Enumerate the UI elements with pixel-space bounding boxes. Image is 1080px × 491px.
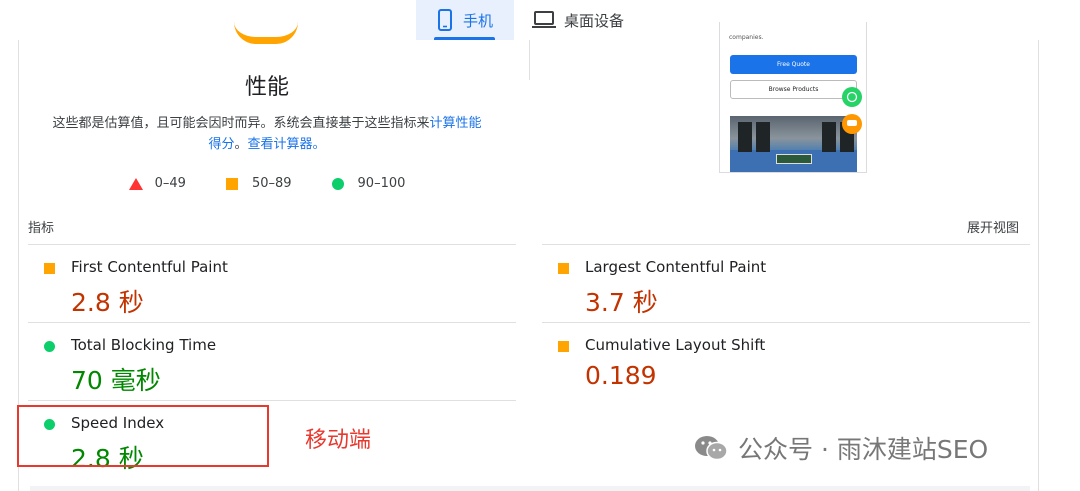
- preview-photo: [730, 116, 857, 172]
- watermark: 公众号 · 雨沐建站SEO: [694, 430, 988, 466]
- expand-view-toggle[interactable]: 展开视图: [967, 217, 1019, 236]
- legend-pass: 90–100: [331, 176, 406, 191]
- laptop-icon: [532, 11, 556, 28]
- device-tabs: 手机 桌面设备: [416, 0, 624, 40]
- metric-value: 2.8 秒: [71, 288, 144, 317]
- pass-circle-icon: [44, 341, 55, 352]
- metric-name: First Contentful Paint: [71, 258, 228, 276]
- metric-value: 0.189: [585, 361, 657, 390]
- description-text: 这些都是估算值，且可能会因时而异。系统会直接基于这些指标来: [52, 116, 430, 131]
- fail-triangle-icon: [128, 177, 143, 190]
- description-separator: 。: [234, 137, 248, 152]
- preview-quote-button: Free Quote: [730, 55, 857, 74]
- metric-fcp: First Contentful Paint 2.8 秒: [28, 246, 468, 324]
- view-calculator-link[interactable]: 查看计算器。: [248, 137, 326, 152]
- average-square-icon: [44, 263, 55, 274]
- metric-lcp: Largest Contentful Paint 3.7 秒: [542, 246, 982, 324]
- metric-value: 70 毫秒: [71, 366, 161, 395]
- preview-text: companies.: [729, 34, 764, 41]
- preview-browse-button: Browse Products: [730, 80, 857, 99]
- performance-description: 这些都是估算值，且可能会因时而异。系统会直接基于这些指标来计算性能得分。查看计算…: [46, 113, 488, 155]
- panel-border-right: [1038, 40, 1039, 491]
- active-tab-indicator: [434, 37, 495, 40]
- legend-average: 50–89: [225, 176, 292, 191]
- divider: [542, 244, 1030, 245]
- tab-desktop-label: 桌面设备: [564, 11, 625, 30]
- tab-mobile-label: 手机: [463, 11, 494, 30]
- metric-tbt: Total Blocking Time 70 毫秒: [28, 324, 468, 402]
- metric-name: Total Blocking Time: [71, 336, 217, 354]
- wechat-icon: [695, 436, 728, 461]
- annotation-label: 移动端: [305, 428, 372, 453]
- bottom-scroll-area: [30, 486, 1030, 491]
- tab-desktop[interactable]: 桌面设备: [514, 0, 624, 40]
- page-screenshot-preview[interactable]: companies. Free Quote Browse Products: [719, 22, 867, 173]
- divider: [28, 244, 516, 245]
- legend-pass-label: 90–100: [357, 176, 406, 191]
- score-legend: 0–49 50–89 90–100: [0, 176, 534, 191]
- metric-value: 3.7 秒: [585, 288, 658, 317]
- metric-cls: Cumulative Layout Shift 0.189: [542, 324, 982, 402]
- tab-mobile[interactable]: 手机: [416, 0, 514, 40]
- average-square-icon: [558, 263, 569, 274]
- average-square-icon: [225, 177, 238, 190]
- watermark-text: 公众号 · 雨沐建站SEO: [738, 435, 989, 464]
- metric-name: Cumulative Layout Shift: [585, 336, 766, 354]
- metric-name: Largest Contentful Paint: [585, 258, 767, 276]
- chat-icon: [842, 114, 862, 134]
- legend-fail-label: 0–49: [154, 176, 186, 191]
- pass-circle-icon: [331, 177, 344, 190]
- whatsapp-icon: [842, 87, 862, 107]
- phone-icon: [438, 9, 452, 31]
- legend-average-label: 50–89: [251, 176, 292, 191]
- legend-fail: 0–49: [128, 176, 186, 191]
- highlight-box: [17, 405, 269, 467]
- average-square-icon: [558, 341, 569, 352]
- metrics-label: 指标: [28, 221, 55, 236]
- score-gauge: [234, 22, 298, 44]
- performance-title: 性能: [244, 75, 289, 100]
